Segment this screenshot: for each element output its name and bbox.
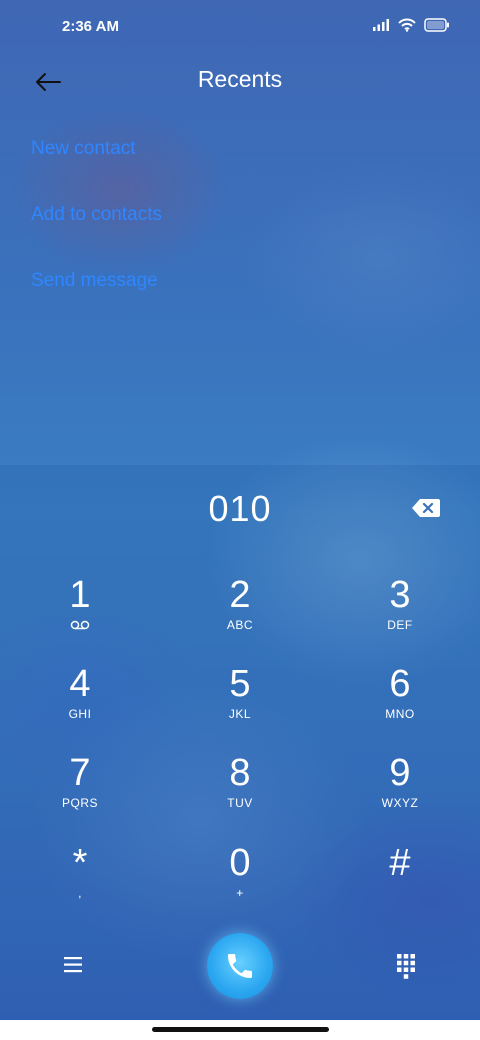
key-1[interactable]: 1 xyxy=(20,574,140,654)
key-letters: MNO xyxy=(385,707,415,721)
key-letters: DEF xyxy=(387,618,413,632)
hamburger-menu-icon xyxy=(64,957,82,973)
dialed-number: 010 xyxy=(208,488,272,529)
add-to-contacts-link[interactable]: Add to contacts xyxy=(31,204,162,226)
dialpad-icon xyxy=(397,954,415,979)
status-time: 2:36 AM xyxy=(62,18,119,35)
page-title: Recents xyxy=(197,66,283,92)
key-letters: + xyxy=(236,886,244,900)
key-0[interactable]: 0 + xyxy=(180,842,300,922)
dialer-screen: 2:36 AM Recents New contact Add to conta… xyxy=(0,0,480,1020)
key-4[interactable]: 4 GHI xyxy=(20,663,140,743)
key-5[interactable]: 5 JKL xyxy=(180,663,300,743)
key-digit: * xyxy=(72,842,88,884)
status-icons xyxy=(372,18,450,32)
key-digit: 7 xyxy=(69,752,91,794)
key-3[interactable]: 3 DEF xyxy=(340,574,460,654)
key-letters: JKL xyxy=(228,707,252,721)
new-contact-link[interactable]: New contact xyxy=(31,138,136,160)
key-digit: 3 xyxy=(389,574,411,616)
backspace-icon xyxy=(412,499,440,517)
voicemail-icon xyxy=(70,620,90,630)
battery-icon xyxy=(424,18,449,32)
key-digit: 6 xyxy=(389,663,411,705)
key-letters: ABC xyxy=(226,618,254,632)
key-8[interactable]: 8 TUV xyxy=(180,752,300,832)
wifi-icon xyxy=(398,18,416,32)
menu-button[interactable] xyxy=(60,953,88,977)
key-hash[interactable]: # xyxy=(340,842,460,922)
key-7[interactable]: 7 PQRS xyxy=(20,752,140,832)
key-digit: 8 xyxy=(229,752,251,794)
call-button[interactable] xyxy=(207,933,273,999)
key-digit: 1 xyxy=(69,574,91,616)
delete-button[interactable] xyxy=(410,496,442,520)
key-9[interactable]: 9 WXYZ xyxy=(340,752,460,832)
key-digit: 0 xyxy=(229,842,251,884)
phone-icon xyxy=(228,954,252,978)
key-star[interactable]: * , xyxy=(20,842,140,922)
key-digit: 4 xyxy=(69,663,91,705)
key-letters: , xyxy=(78,886,82,900)
dialpad-toggle-button[interactable] xyxy=(394,952,418,980)
key-2[interactable]: 2 ABC xyxy=(180,574,300,654)
home-indicator[interactable] xyxy=(152,1027,329,1032)
key-letters: PQRS xyxy=(61,796,98,810)
key-digit: # xyxy=(389,842,411,884)
key-digit: 5 xyxy=(229,663,251,705)
key-6[interactable]: 6 MNO xyxy=(340,663,460,743)
key-letters: WXYZ xyxy=(381,796,419,810)
key-letters: GHI xyxy=(68,707,92,721)
key-digit: 9 xyxy=(389,752,411,794)
key-letters: TUV xyxy=(227,796,253,810)
signal-icon xyxy=(373,19,389,31)
key-digit: 2 xyxy=(229,574,251,616)
send-message-link[interactable]: Send message xyxy=(31,270,158,292)
